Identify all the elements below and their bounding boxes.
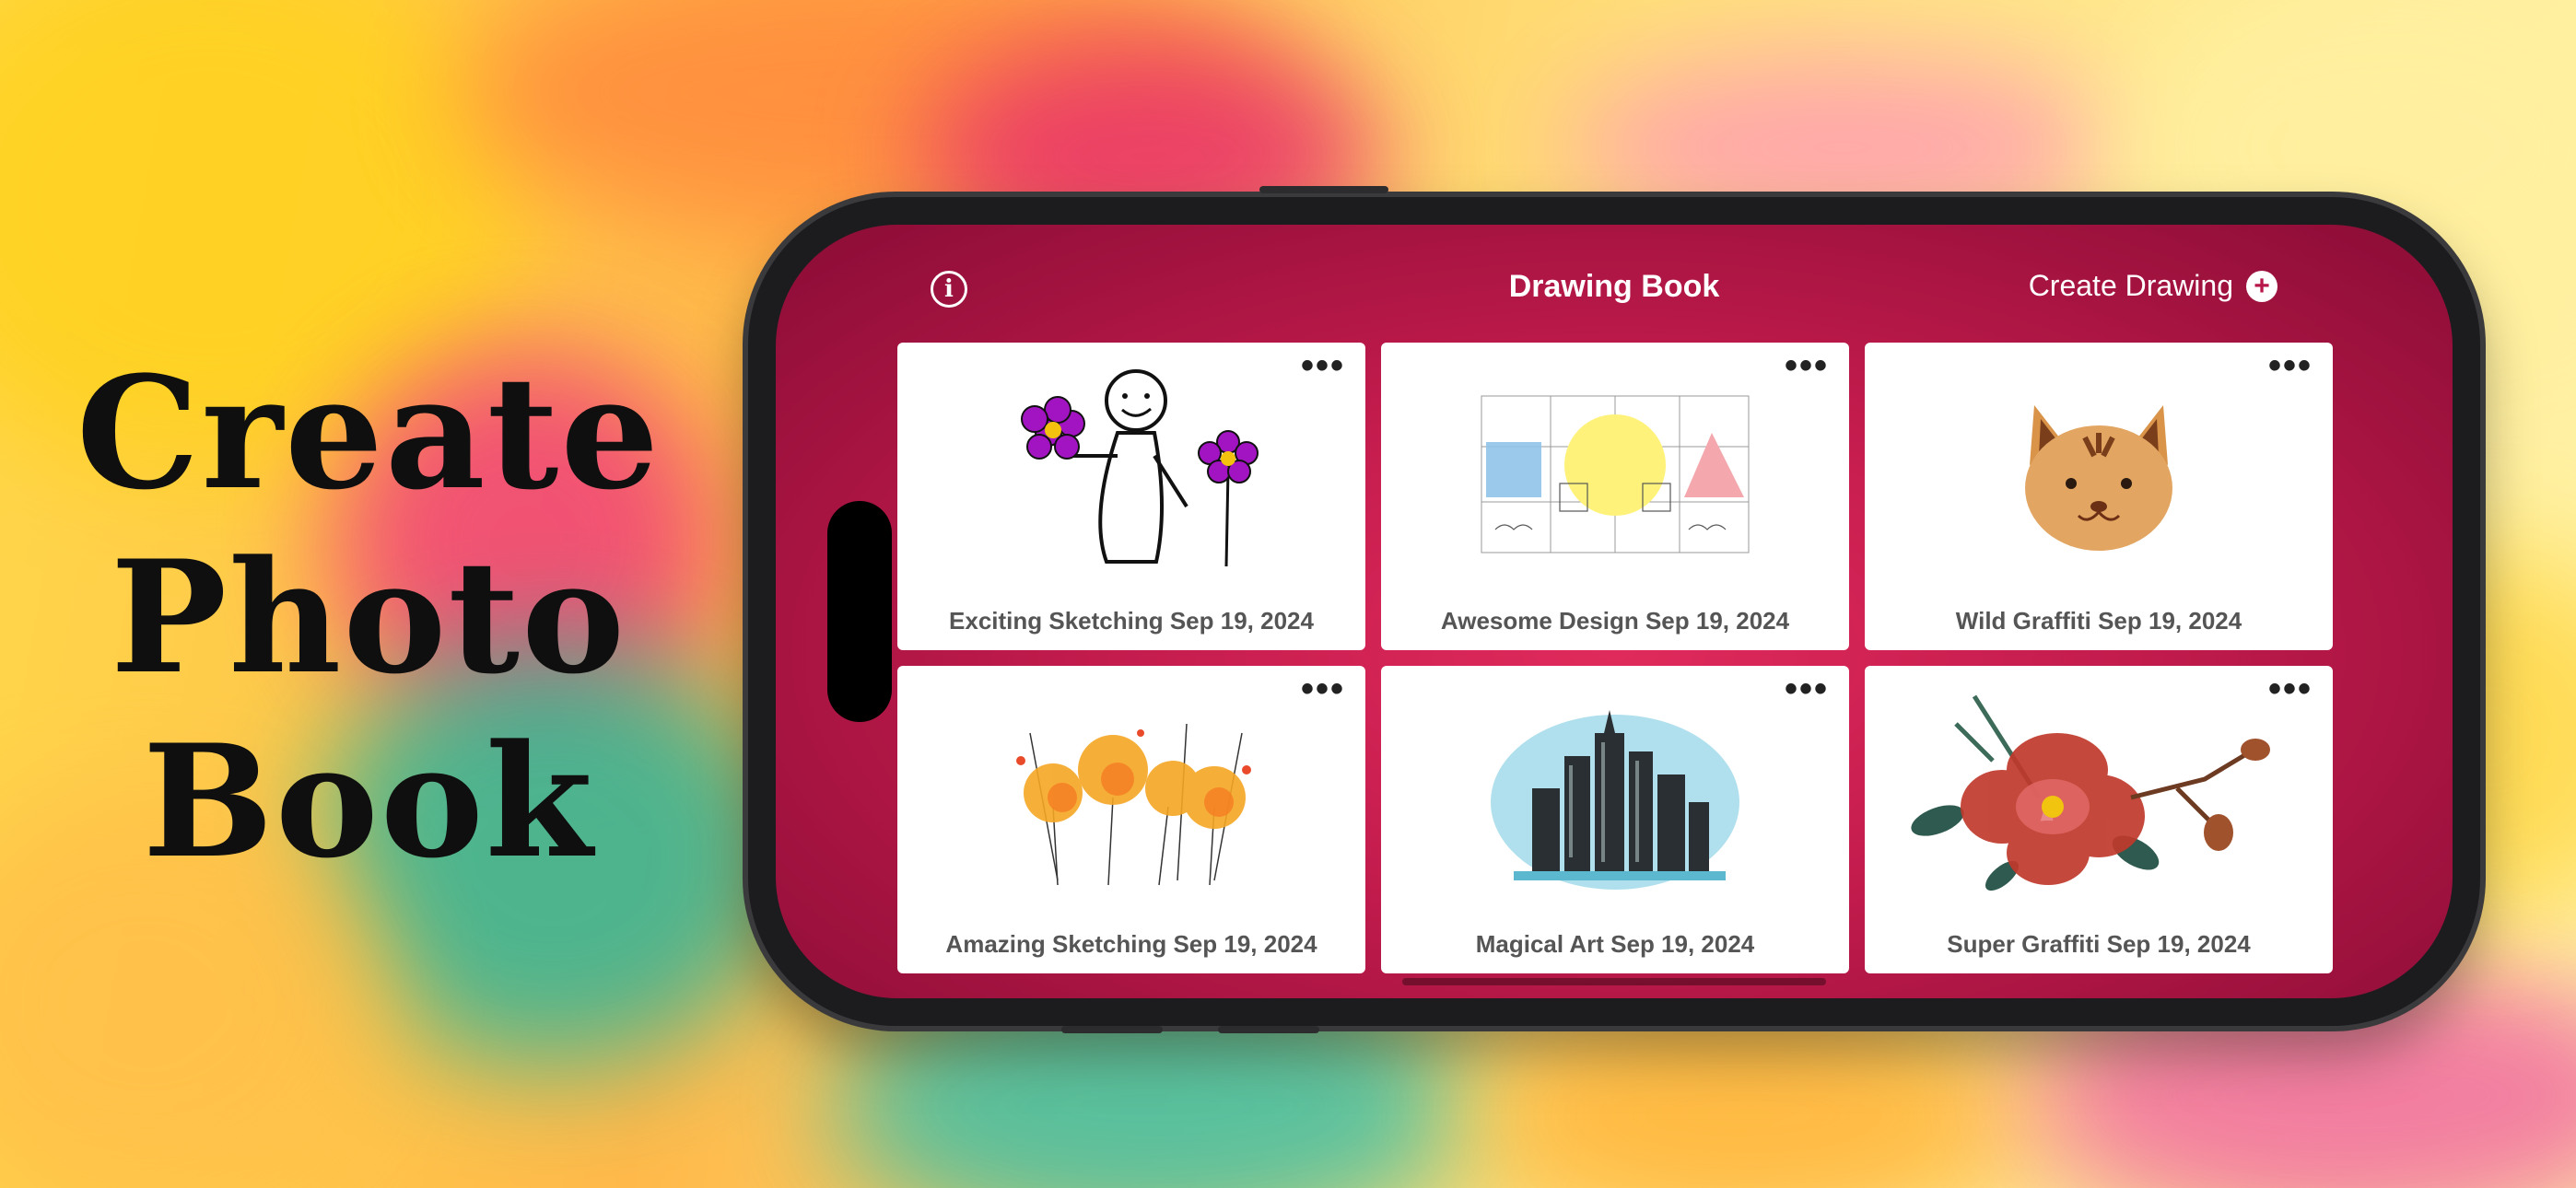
stick-figure-flowers-icon bbox=[897, 359, 1365, 589]
drawing-label: Wild Graffiti Sep 19, 2024 bbox=[1955, 607, 2242, 635]
drawing-card[interactable]: ••• bbox=[897, 666, 1365, 973]
phone-side-button bbox=[1259, 186, 1388, 193]
cat-face-icon bbox=[1865, 359, 2333, 589]
drawing-card[interactable]: ••• bbox=[1381, 666, 1849, 973]
drawing-label: Super Graffiti Sep 19, 2024 bbox=[1947, 930, 2251, 958]
drawing-grid: ••• Exciting Sketching Sep 19, 2024 ••• … bbox=[897, 343, 2333, 973]
app-screen: i Drawing Book Create Drawing + ••• Exci… bbox=[776, 225, 2453, 998]
drawing-label: Amazing Sketching Sep 19, 2024 bbox=[945, 930, 1317, 958]
headline-line-3: Book bbox=[142, 710, 595, 892]
red-flower-bouquet-icon bbox=[1865, 682, 2333, 913]
headline-line-2: Photo bbox=[110, 526, 627, 708]
phone-frame: i Drawing Book Create Drawing + ••• Exci… bbox=[748, 186, 2480, 1033]
headline: Create Photo Book bbox=[55, 341, 682, 893]
nav-bar: i Drawing Book Create Drawing + bbox=[776, 262, 2453, 326]
home-indicator[interactable] bbox=[1402, 978, 1826, 985]
drawing-label: Exciting Sketching Sep 19, 2024 bbox=[949, 607, 1314, 635]
drawing-card[interactable]: ••• bbox=[897, 343, 1365, 650]
phone-volume-button bbox=[1061, 1026, 1163, 1033]
shapes-sketch-icon bbox=[1381, 359, 1849, 589]
drawing-card[interactable]: ••• bbox=[1865, 666, 2333, 973]
phone-volume-button bbox=[1218, 1026, 1319, 1033]
drawing-card[interactable]: ••• bbox=[1381, 343, 1849, 650]
drawing-label: Awesome Design Sep 19, 2024 bbox=[1440, 607, 1790, 635]
city-skyline-icon bbox=[1381, 682, 1849, 913]
headline-line-1: Create bbox=[76, 342, 662, 524]
dynamic-island bbox=[827, 501, 892, 722]
drawing-card[interactable]: ••• Wild Graffiti Sep 19, 2024 bbox=[1865, 343, 2333, 650]
create-drawing-label: Create Drawing bbox=[2028, 269, 2233, 302]
drawing-label: Magical Art Sep 19, 2024 bbox=[1475, 930, 1755, 958]
create-drawing-button[interactable]: Create Drawing + bbox=[2029, 269, 2277, 303]
orange-flowers-icon bbox=[897, 682, 1365, 913]
plus-circle-icon: + bbox=[2246, 270, 2277, 302]
